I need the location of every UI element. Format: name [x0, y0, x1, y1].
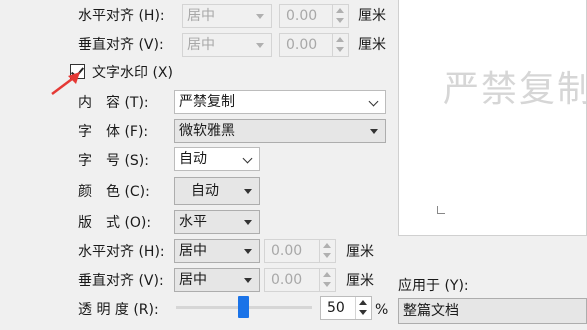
text-watermark-label[interactable]: 文字水印 (X) [92, 63, 173, 83]
dropdown-arrow-icon [256, 43, 264, 48]
layout-label: 版 式 (O): [78, 215, 152, 231]
spin-buttons[interactable] [332, 5, 348, 27]
picture-halign-offset-value: 0.00 [286, 8, 318, 24]
picture-valign-label: 垂直对齐 (V): [78, 37, 164, 53]
picture-halign-unit: 厘米 [358, 8, 386, 24]
spin-down-icon[interactable] [323, 253, 331, 258]
spin-up-icon[interactable] [323, 243, 331, 248]
dropdown-arrow-icon [244, 249, 252, 254]
content-value: 严禁复制 [179, 94, 235, 110]
transparency-value: 50 [327, 300, 345, 316]
text-valign-value: 居中 [179, 272, 207, 288]
transparency-unit: % [375, 302, 389, 318]
dropdown-arrow-icon [244, 189, 252, 194]
text-halign-offset[interactable]: 0.00 [264, 239, 336, 263]
dropdown-arrow-icon [256, 14, 264, 19]
picture-valign-offset[interactable]: 0.00 [279, 33, 349, 57]
annotation-arrow-icon [51, 72, 80, 95]
dropdown-arrow-icon [244, 220, 252, 225]
watermark-dialog: 水平对齐 (H): 居中 0.00 厘米 垂直对齐 (V): 居中 0.00 厘… [0, 0, 587, 330]
spin-buttons[interactable] [355, 297, 371, 319]
size-value: 自动 [179, 151, 207, 167]
spin-down-icon[interactable] [336, 47, 344, 52]
chevron-down-icon [242, 153, 253, 164]
color-label: 颜 色 (C): [78, 184, 150, 200]
picture-halign-value: 居中 [187, 8, 215, 24]
spin-down-icon[interactable] [323, 282, 331, 287]
picture-halign-offset[interactable]: 0.00 [279, 4, 349, 28]
size-select[interactable]: 自动 [174, 147, 260, 171]
text-valign-select[interactable]: 居中 [174, 268, 260, 292]
page-corner-mark [437, 206, 445, 214]
preview-watermark-text: 严禁复制 [443, 69, 587, 110]
spin-buttons[interactable] [319, 240, 335, 262]
spin-up-icon[interactable] [336, 8, 344, 13]
transparency-input[interactable]: 50 [320, 296, 372, 320]
spin-up-icon[interactable] [323, 272, 331, 277]
transparency-slider-thumb[interactable] [238, 296, 249, 318]
spin-down-icon[interactable] [359, 310, 367, 315]
text-halign-unit: 厘米 [346, 244, 374, 260]
text-halign-label: 水平对齐 (H): [78, 244, 165, 260]
dropdown-arrow-icon [244, 278, 252, 283]
spin-down-icon[interactable] [336, 18, 344, 23]
picture-valign-unit: 厘米 [358, 37, 386, 53]
font-label: 字 体 (F): [78, 124, 149, 140]
spin-up-icon[interactable] [336, 37, 344, 42]
apply-to-value: 整篇文档 [403, 303, 459, 319]
chevron-down-icon [368, 96, 379, 107]
dropdown-arrow-icon [370, 129, 378, 134]
size-label: 字 号 (S): [78, 153, 149, 169]
text-valign-label: 垂直对齐 (V): [78, 273, 164, 289]
picture-valign-value: 居中 [187, 37, 215, 53]
spin-buttons[interactable] [332, 34, 348, 56]
color-value: 自动 [191, 183, 219, 199]
font-select[interactable]: 微软雅黑 [174, 119, 386, 143]
text-halign-select[interactable]: 居中 [174, 239, 260, 263]
apply-to-select[interactable]: 整篇文档 [398, 298, 587, 324]
spin-buttons[interactable] [319, 269, 335, 291]
layout-select[interactable]: 水平 [174, 210, 260, 234]
content-label: 内 容 (T): [78, 95, 149, 111]
picture-valign-select[interactable]: 居中 [182, 33, 272, 57]
picture-halign-label: 水平对齐 (H): [78, 8, 165, 24]
picture-valign-offset-value: 0.00 [286, 37, 318, 53]
picture-halign-select[interactable]: 居中 [182, 4, 272, 28]
layout-value: 水平 [179, 214, 207, 230]
transparency-label: 透 明 度 (R): [78, 302, 159, 318]
text-valign-offset[interactable]: 0.00 [264, 268, 336, 292]
text-halign-offset-value: 0.00 [271, 243, 303, 259]
watermark-preview: 严禁复制 [398, 0, 587, 236]
apply-to-label: 应用于 (Y): [398, 278, 469, 294]
text-halign-value: 居中 [179, 243, 207, 259]
text-valign-unit: 厘米 [346, 273, 374, 289]
color-select[interactable]: 自动 [174, 177, 260, 205]
spin-up-icon[interactable] [359, 300, 367, 305]
text-valign-offset-value: 0.00 [271, 272, 303, 288]
content-select[interactable]: 严禁复制 [174, 90, 386, 114]
font-value: 微软雅黑 [179, 123, 235, 139]
